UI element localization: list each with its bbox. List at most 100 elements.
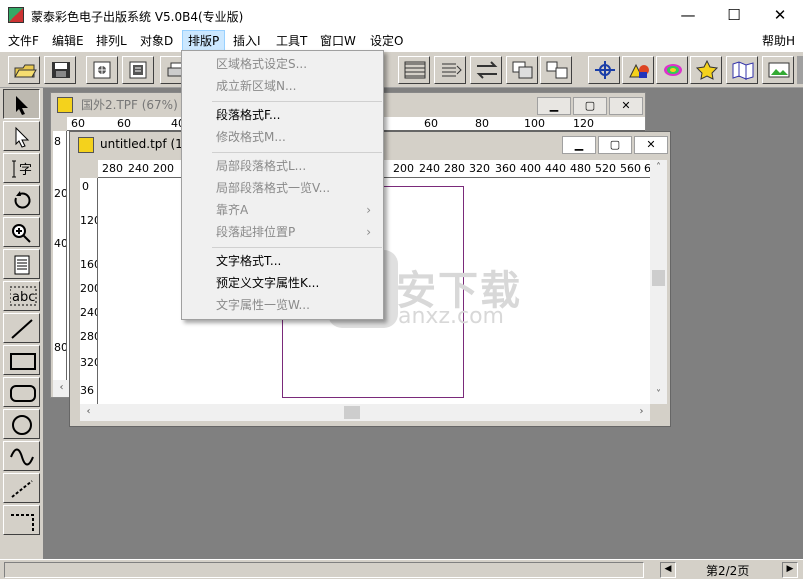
maximize-button[interactable]: ☐ <box>711 0 757 30</box>
arrow-icon <box>16 96 28 115</box>
scroll-up-button[interactable]: ˄ <box>650 160 667 177</box>
scroll-left-button[interactable]: ‹ <box>80 404 97 421</box>
menu-separator <box>212 247 382 248</box>
toolbar-overflow <box>797 56 803 84</box>
line-tool[interactable] <box>3 313 40 343</box>
color-button[interactable] <box>622 56 654 84</box>
map-button[interactable] <box>726 56 758 84</box>
text-tool[interactable]: 字 <box>3 153 40 183</box>
dashed-rect-tool[interactable] <box>3 505 40 535</box>
zoom-tool[interactable] <box>3 217 40 247</box>
ruler-label: 60 <box>424 117 438 130</box>
menu-item-text-attr-list[interactable]: 文字属性一览W... <box>182 294 383 316</box>
ruler-label: 40 <box>54 237 67 250</box>
menu-item-modify-format[interactable]: 修改格式M... <box>182 126 383 148</box>
menu-item-text-format[interactable]: 文字格式T... <box>182 250 383 272</box>
save-button[interactable] <box>44 56 76 84</box>
select-tool[interactable] <box>3 89 40 119</box>
ruler-label: 240 <box>419 162 440 175</box>
ruler-label: 400 <box>520 162 541 175</box>
front-minimize-button[interactable]: ▁ <box>562 136 596 154</box>
move-button[interactable] <box>588 56 620 84</box>
menu-typeset[interactable]: 排版P <box>182 30 226 52</box>
hscroll-thumb[interactable] <box>344 406 360 419</box>
gradient-button[interactable] <box>656 56 688 84</box>
front-hscrollbar[interactable]: ‹ › <box>80 404 650 421</box>
submenu-arrow-icon: › <box>366 203 371 217</box>
ruler-label: 280 <box>80 330 97 343</box>
back-close-button[interactable]: ✕ <box>609 97 643 115</box>
rounded-rectangle-tool[interactable] <box>3 377 40 407</box>
line-icon <box>11 319 33 339</box>
front-vscrollbar[interactable]: ˄ ˅ <box>650 160 667 404</box>
ruler-label: 20 <box>54 187 67 200</box>
layers-button[interactable] <box>506 56 538 84</box>
vscroll-thumb[interactable] <box>652 270 665 286</box>
ellipse-tool[interactable] <box>3 409 40 439</box>
curve-tool[interactable] <box>3 441 40 471</box>
flow-arrows-icon <box>476 61 498 79</box>
zoom-icon <box>12 224 31 243</box>
text-link-button[interactable] <box>434 56 466 84</box>
dashed-line-tool[interactable] <box>3 473 40 503</box>
menu-settings[interactable]: 设定O <box>365 30 408 52</box>
text-flow-button[interactable] <box>398 56 430 84</box>
ruler-label: 280 <box>444 162 465 175</box>
menu-insert[interactable]: 插入I <box>228 30 266 52</box>
star-button[interactable] <box>690 56 722 84</box>
menu-item-new-area[interactable]: 成立新区域N... <box>182 75 383 97</box>
ruler-label: 60 <box>71 117 85 130</box>
abc-text-icon: abc <box>10 286 37 306</box>
curve-icon <box>10 448 34 466</box>
front-close-button[interactable]: ✕ <box>634 136 668 154</box>
open-button[interactable] <box>8 56 40 84</box>
next-page-button[interactable]: ▶ <box>782 562 798 578</box>
menu-item-area-format[interactable]: 区域格式设定S... <box>182 53 383 75</box>
menu-separator <box>212 152 382 153</box>
ruler-label: 60 <box>117 117 131 130</box>
scroll-right-button[interactable]: › <box>633 404 650 421</box>
prev-page-button[interactable]: ◀ <box>660 562 676 578</box>
back-minimize-button[interactable]: ▁ <box>537 97 571 115</box>
ruler-label: 520 <box>595 162 616 175</box>
menu-item-align[interactable]: 靠齐A › <box>182 199 383 221</box>
menu-help[interactable]: 帮助H <box>757 30 800 52</box>
menu-file[interactable]: 文件F <box>3 30 44 52</box>
ruler-label: 120 <box>573 117 594 130</box>
front-maximize-button[interactable]: ▢ <box>598 136 632 154</box>
page-indicator: 第2/2页 <box>706 564 750 578</box>
flow-arrows-button[interactable] <box>470 56 502 84</box>
toolbar <box>0 52 803 88</box>
menu-object[interactable]: 对象D <box>135 30 178 52</box>
rotate-tool[interactable] <box>3 185 40 215</box>
abc-tool[interactable]: abc <box>3 281 40 311</box>
minimize-button[interactable]: — <box>665 0 711 30</box>
rounded-rectangle-icon <box>10 385 36 402</box>
group-button[interactable] <box>540 56 572 84</box>
menu-item-predefined-text-attr[interactable]: 预定义文字属性K... <box>182 272 383 294</box>
image-button[interactable] <box>762 56 794 84</box>
menu-item-local-paragraph-list[interactable]: 局部段落格式一览V... <box>182 177 383 199</box>
menu-separator <box>212 101 382 102</box>
menu-arrange[interactable]: 排列L <box>91 30 132 52</box>
subselect-tool[interactable] <box>3 121 40 151</box>
image-icon <box>768 62 790 78</box>
export-button[interactable] <box>122 56 154 84</box>
menu-window[interactable]: 窗口W <box>315 30 361 52</box>
menu-item-paragraph-format[interactable]: 段落格式F... <box>182 104 383 126</box>
close-button[interactable]: ✕ <box>757 0 803 30</box>
dashed-line-icon <box>11 480 33 498</box>
frame-tool[interactable] <box>3 249 40 279</box>
back-scroll-left[interactable]: ‹ <box>53 380 70 397</box>
ruler-label: 100 <box>524 117 545 130</box>
menu-item-paragraph-start[interactable]: 段落起排位置P › <box>182 221 383 243</box>
menu-tools[interactable]: 工具T <box>271 30 312 52</box>
back-maximize-button[interactable]: ▢ <box>573 97 607 115</box>
menu-bar: 文件F 编辑E 排列L 对象D 排版P 插入I 工具T 窗口W 设定O 帮助H <box>0 30 803 52</box>
menu-item-local-paragraph[interactable]: 局部段落格式L... <box>182 155 383 177</box>
ruler-label: 160 <box>80 258 97 271</box>
menu-edit[interactable]: 编辑E <box>47 30 89 52</box>
import-button[interactable] <box>86 56 118 84</box>
rectangle-tool[interactable] <box>3 345 40 375</box>
scroll-down-button[interactable]: ˅ <box>650 387 667 404</box>
